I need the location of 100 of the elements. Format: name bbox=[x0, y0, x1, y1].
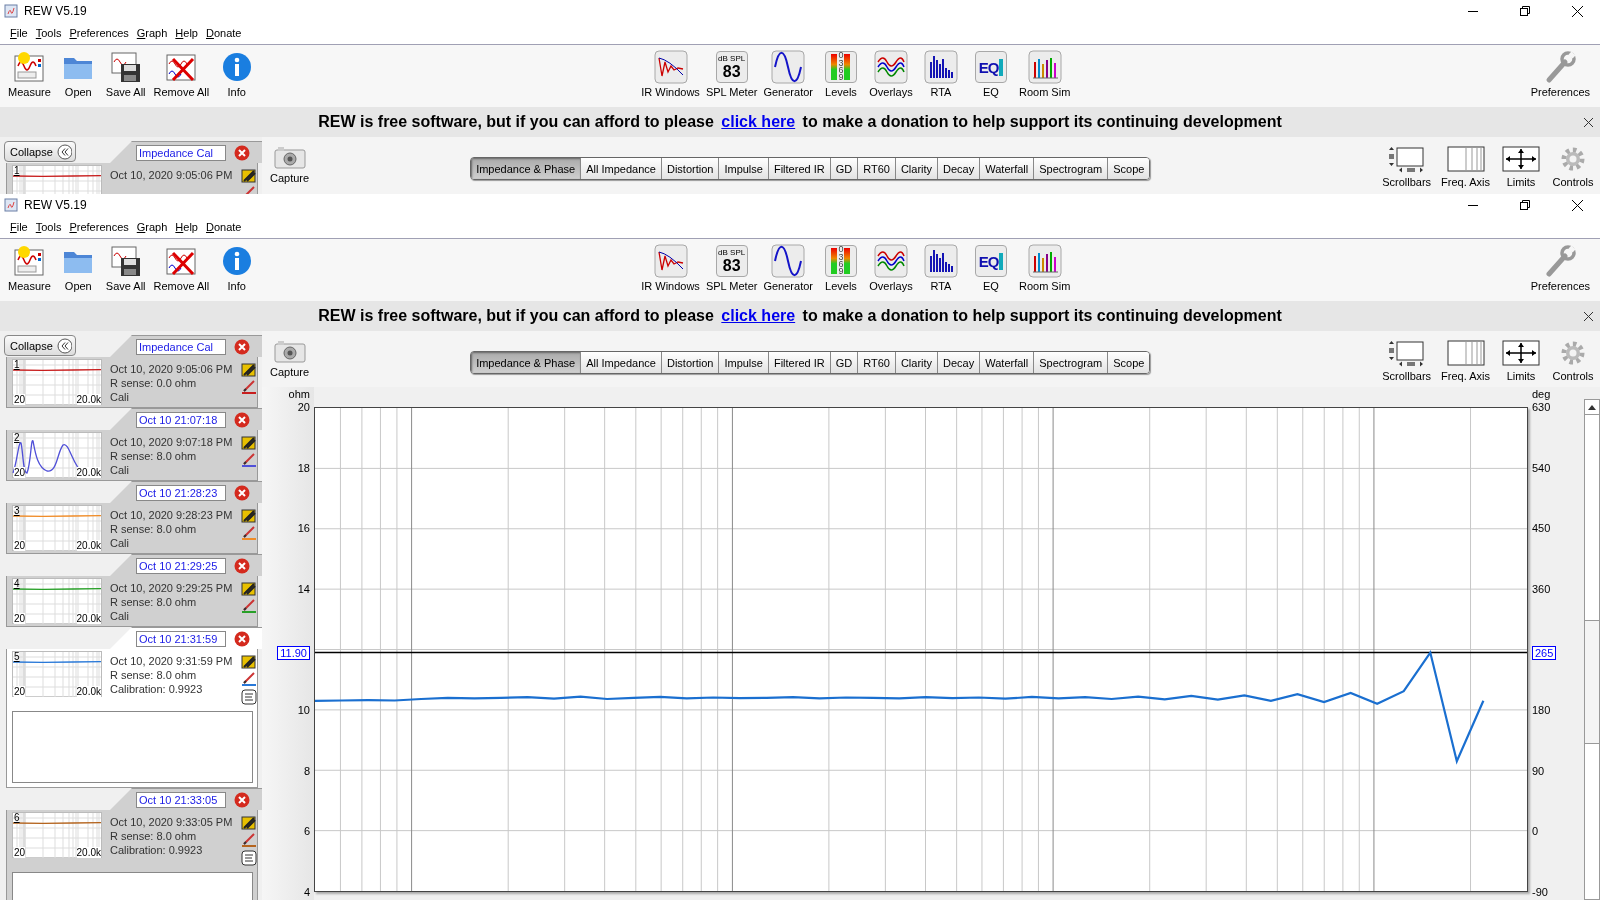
toolbar-button[interactable]: Remove All bbox=[149, 50, 214, 102]
graph-tab[interactable]: Filtered IR bbox=[768, 158, 831, 179]
menu-item[interactable]: Donate bbox=[202, 221, 246, 233]
graph-tab[interactable]: Decay bbox=[938, 158, 981, 179]
toolbar-button[interactable]: Overlays bbox=[865, 244, 916, 296]
measurement-date: Oct 10, 2020 9:07:18 PM bbox=[110, 435, 233, 449]
measurement-card[interactable]: 3 20 20.0k Oct 10, 2020 9:28:23 PM R sense: 8.0 ohm Cali bbox=[6, 503, 258, 554]
menu-item[interactable]: Donate bbox=[202, 27, 246, 39]
graph-tab[interactable]: RT60 bbox=[858, 158, 896, 179]
graph-tab[interactable]: Clarity bbox=[895, 158, 939, 179]
name-field[interactable]: Oct 10 21:28:23 bbox=[136, 484, 226, 501]
name-field[interactable]: Oct 10 21:31:59 bbox=[136, 630, 226, 647]
menu-item[interactable]: Help bbox=[171, 27, 202, 39]
graph-tab[interactable]: Impulse bbox=[719, 158, 769, 179]
measurement-card[interactable]: 6 20 20.0k Oct 10, 2020 9:33:05 PM R sense: 8.0 ohm Calibration: 0.9923 bbox=[6, 810, 258, 900]
graph-tab[interactable]: Distortion bbox=[661, 352, 720, 373]
cursor-value: 265 bbox=[1532, 645, 1557, 660]
menu-item[interactable]: Preferences bbox=[65, 221, 133, 233]
toolbar-button[interactable]: EQ EQ bbox=[965, 244, 1016, 296]
graph-tab[interactable]: Scope bbox=[1108, 158, 1150, 179]
tick-label: 630 bbox=[1532, 401, 1551, 413]
toolbar-button[interactable]: dB SPL 83 SPL Meter bbox=[702, 244, 761, 296]
toolbar-button[interactable]: Measure bbox=[4, 50, 55, 102]
menu-item[interactable]: File bbox=[6, 27, 32, 39]
graph-tab[interactable]: All Impedance bbox=[581, 352, 662, 373]
toolbar-button[interactable]: Scrollbars bbox=[1378, 144, 1436, 190]
tick-label: 16 bbox=[297, 522, 310, 535]
toolbar-button[interactable]: Measure bbox=[4, 244, 55, 296]
measurement-card[interactable]: 5 20 20.0k Oct 10, 2020 9:31:59 PM R sense: 8.0 ohm Calibration: 0.9923 bbox=[6, 649, 258, 788]
graph-tab[interactable]: Impulse bbox=[719, 352, 769, 373]
toolbar-button[interactable]: Limits bbox=[1496, 144, 1546, 190]
graph-tab[interactable]: GD bbox=[830, 352, 859, 373]
measurement-number: 3 bbox=[14, 505, 20, 516]
name-field[interactable]: Oct 10 21:33:05 bbox=[136, 791, 226, 808]
toolbar-button[interactable]: Controls bbox=[1548, 144, 1598, 190]
toolbar-button[interactable]: Preferences bbox=[1526, 50, 1594, 102]
toolbar-button[interactable]: 0369 Levels bbox=[815, 50, 866, 102]
toolbar-button[interactable]: Open bbox=[54, 244, 102, 296]
name-field[interactable]: Oct 10 21:07:18 bbox=[136, 411, 226, 428]
name-field[interactable]: Impedance Cal bbox=[136, 338, 226, 355]
toolbar-button[interactable]: Freq. Axis bbox=[1437, 338, 1494, 384]
toolbar-button[interactable]: Info bbox=[213, 244, 261, 296]
toolbar-button[interactable]: Remove All bbox=[149, 244, 214, 296]
menu-item[interactable]: Graph bbox=[132, 221, 172, 233]
graph-tab[interactable]: Scope bbox=[1108, 352, 1150, 373]
toolbar-button[interactable]: Freq. Axis bbox=[1437, 144, 1494, 190]
toolbar-button[interactable]: Generator bbox=[760, 50, 816, 102]
donation-link[interactable]: click here bbox=[721, 113, 796, 130]
menu-item[interactable]: Preferences bbox=[65, 27, 133, 39]
graph-tab[interactable]: Distortion bbox=[661, 158, 720, 179]
toolbar-button[interactable]: IR Windows bbox=[638, 244, 703, 296]
tick-label: 90 bbox=[1532, 764, 1545, 777]
toolbar-button[interactable]: Room Sim bbox=[1015, 50, 1074, 102]
graph-tab[interactable]: Spectrogram bbox=[1034, 352, 1109, 373]
graph-tab[interactable]: Clarity bbox=[895, 352, 939, 373]
name-field[interactable]: Impedance Cal bbox=[136, 144, 226, 161]
toolbar-button[interactable]: dB SPL 83 SPL Meter bbox=[702, 50, 761, 102]
menu-item[interactable]: File bbox=[6, 221, 32, 233]
menu-item[interactable]: Help bbox=[171, 221, 202, 233]
toolbar-button[interactable]: Room Sim bbox=[1015, 244, 1074, 296]
collapse-button[interactable]: Collapse bbox=[4, 141, 76, 162]
toolbar-button[interactable]: 0369 Levels bbox=[815, 244, 866, 296]
toolbar-button[interactable]: Info bbox=[213, 50, 261, 102]
menu-item[interactable]: Tools bbox=[31, 27, 66, 39]
toolbar-button[interactable]: Scrollbars bbox=[1378, 338, 1436, 384]
graph-tab[interactable]: Decay bbox=[938, 352, 981, 373]
r-sense-text: R sense: 8.0 ohm bbox=[110, 829, 198, 843]
measurement-card[interactable]: 4 20 20.0k Oct 10, 2020 9:29:25 PM R sense: 8.0 ohm Cali bbox=[6, 576, 258, 627]
measurement-card[interactable]: 2 20 20.0k Oct 10, 2020 9:07:18 PM R sense: 8.0 ohm Cali bbox=[6, 430, 258, 481]
toolbar-button[interactable]: RTA bbox=[915, 244, 966, 296]
tick-label: -90 bbox=[1532, 886, 1548, 898]
toolbar-button[interactable]: Save All bbox=[101, 244, 150, 296]
toolbar-button[interactable]: Preferences bbox=[1526, 244, 1594, 296]
capture-button[interactable]: Capture bbox=[268, 338, 312, 378]
toolbar-button[interactable]: Controls bbox=[1548, 338, 1598, 384]
graph-tab[interactable]: Spectrogram bbox=[1034, 158, 1109, 179]
name-field[interactable]: Oct 10 21:29:25 bbox=[136, 557, 226, 574]
toolbar-button[interactable]: Open bbox=[54, 50, 102, 102]
graph-tab[interactable]: Waterfall bbox=[980, 158, 1035, 179]
toolbar-button[interactable]: Generator bbox=[760, 244, 816, 296]
graph-tab[interactable]: Impedance & Phase bbox=[471, 352, 582, 373]
collapse-button[interactable]: Collapse bbox=[4, 335, 76, 356]
graph-tab[interactable]: RT60 bbox=[858, 352, 896, 373]
measurement-card[interactable]: 1 Oct 10, 2020 9:05:06 PM bbox=[6, 163, 258, 194]
graph-tab[interactable]: Filtered IR bbox=[768, 352, 831, 373]
graph-tab[interactable]: All Impedance bbox=[581, 158, 662, 179]
donation-link[interactable]: click here bbox=[721, 307, 796, 324]
graph-tab[interactable]: Waterfall bbox=[980, 352, 1035, 373]
capture-button[interactable]: Capture bbox=[268, 144, 312, 184]
measurement-card[interactable]: 1 20 20.0k Oct 10, 2020 9:05:06 PM R sense: 0.0 ohm Cali bbox=[6, 357, 258, 408]
menu-item[interactable]: Tools bbox=[31, 221, 66, 233]
toolbar-button[interactable]: Save All bbox=[101, 50, 150, 102]
toolbar-button[interactable]: Limits bbox=[1496, 338, 1546, 384]
toolbar-button[interactable]: IR Windows bbox=[638, 50, 703, 102]
graph-tab[interactable]: Impedance & Phase bbox=[471, 158, 582, 179]
menu-item[interactable]: Graph bbox=[132, 27, 172, 39]
toolbar-button[interactable]: Overlays bbox=[865, 50, 916, 102]
graph-tab[interactable]: GD bbox=[830, 158, 859, 179]
toolbar-button[interactable]: RTA bbox=[915, 50, 966, 102]
toolbar-button[interactable]: EQ EQ bbox=[965, 50, 1016, 102]
